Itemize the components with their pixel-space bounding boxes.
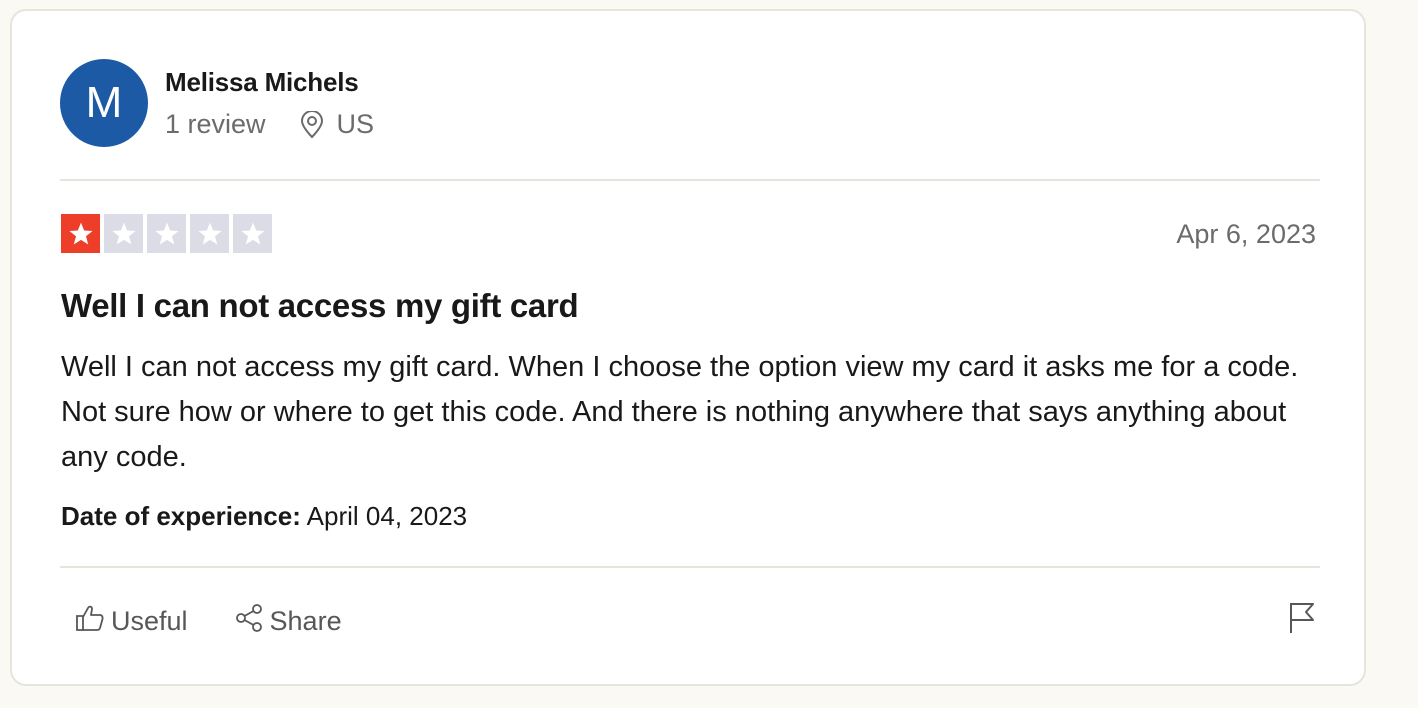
review-date: Apr 6, 2023 [1176, 219, 1316, 249]
star-1 [61, 214, 100, 253]
review-actions: Useful Share [75, 603, 342, 640]
thumbs-up-icon [75, 604, 105, 639]
share-button[interactable]: Share [234, 603, 342, 640]
reviewer-meta: 1 review US [165, 109, 374, 140]
experience-label: Date of experience: [61, 501, 301, 531]
footer-divider [60, 566, 1320, 568]
star-5 [233, 214, 272, 253]
star-icon [197, 222, 222, 245]
reviewer-location: US [336, 109, 375, 139]
flag-icon [1288, 603, 1316, 639]
star-rating [61, 214, 272, 253]
avatar-initial: M [85, 78, 123, 127]
star-4 [190, 214, 229, 253]
share-icon [234, 603, 264, 640]
header-divider [60, 179, 1320, 181]
review-title[interactable]: Well I can not access my gift card [61, 287, 579, 325]
review-count: 1 review [165, 109, 266, 139]
share-label: Share [269, 606, 342, 636]
review-body: Well I can not access my gift card. When… [61, 351, 1299, 473]
star-icon [111, 222, 136, 245]
review-card: M Melissa Michels 1 review US Apr 6, 202… [10, 9, 1366, 686]
useful-button[interactable]: Useful [75, 604, 188, 639]
experience-date: April 04, 2023 [306, 501, 468, 531]
report-flag-button[interactable] [1288, 601, 1316, 640]
reviewer-name[interactable]: Melissa Michels [165, 67, 359, 98]
star-icon [240, 222, 265, 245]
avatar[interactable]: M [60, 59, 148, 147]
star-icon [154, 222, 179, 245]
date-of-experience: Date of experience: April 04, 2023 [61, 501, 467, 532]
star-2 [104, 214, 143, 253]
star-3 [147, 214, 186, 253]
useful-label: Useful [111, 606, 188, 636]
star-icon [68, 222, 93, 245]
location-pin-icon [299, 110, 325, 139]
